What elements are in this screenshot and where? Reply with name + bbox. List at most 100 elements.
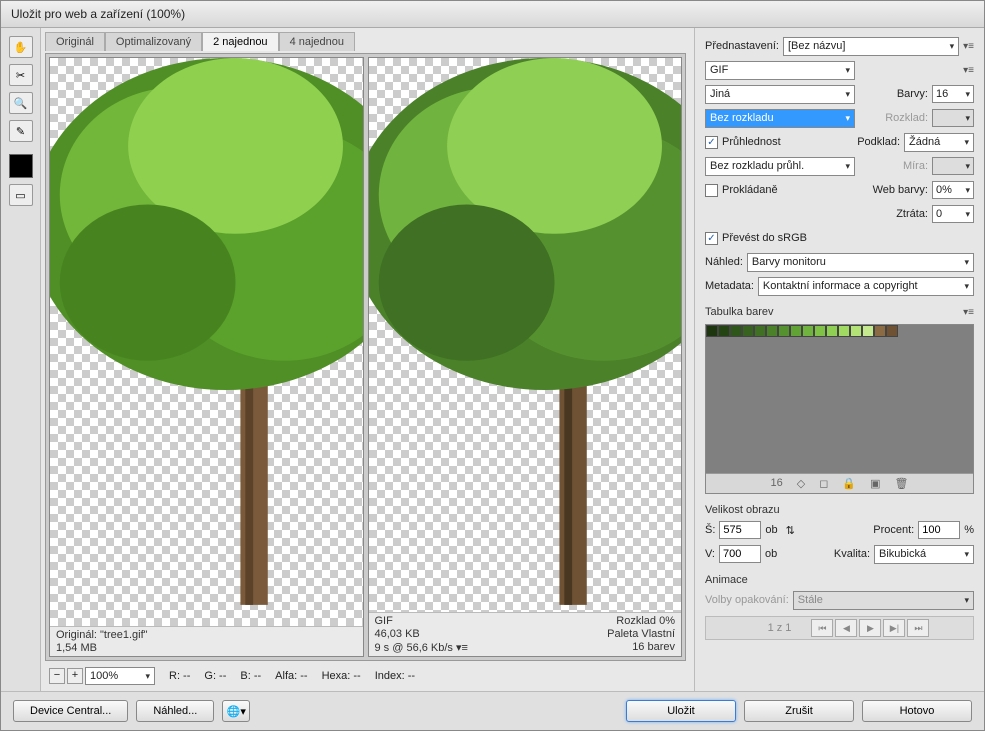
zoom-select[interactable]: 100%▾ [85,667,155,685]
preview-button[interactable]: Náhled... [136,700,214,722]
preview-tabs: Originál Optimalizovaný 2 najednou 4 naj… [45,32,686,51]
colors-label: Barvy: [897,88,928,100]
srgb-checkbox[interactable]: ✓ [705,232,718,245]
metadata-label: Metadata: [705,280,754,292]
slice-tool[interactable]: ✂ [9,64,33,86]
color-swatch[interactable] [742,325,754,337]
height-label: V: [705,548,715,560]
readout-r: R: -- [169,670,190,682]
readout-hex: Hexa: -- [322,670,361,682]
swatch-count: 16 [771,477,783,490]
color-swatch[interactable] [790,325,802,337]
save-button[interactable]: Uložit [626,700,736,722]
color-swatch[interactable] [838,325,850,337]
bottom-bar: Device Central... Náhled... 🌐▾ Uložit Zr… [1,691,984,730]
width-input[interactable] [719,521,761,539]
amount-input: ▾ [932,157,974,175]
color-swatch[interactable] [850,325,862,337]
preview-pane-optimized[interactable]: GIF 46,03 KB 9 s @ 56,6 Kb/s ▾≡ Rozklad … [368,57,683,657]
first-frame-button: ⏮ [811,619,833,637]
opt-dither: Rozklad 0% [607,615,675,627]
tab-4up[interactable]: 4 najednou [279,32,355,51]
srgb-label: Převést do sRGB [722,232,807,244]
preset-label: Přednastavení: [705,40,779,52]
color-table[interactable]: 16 ◇ ◻ 🔒 ▣ 🗑 [705,324,974,494]
width-label: Š: [705,524,715,536]
colors-input[interactable]: 16▾ [932,85,974,103]
frame-indicator: 1 z 1 [750,622,810,634]
tab-optimized[interactable]: Optimalizovaný [105,32,202,51]
interlaced-checkbox[interactable] [705,184,718,197]
color-swatch[interactable] [802,325,814,337]
cancel-button[interactable]: Zrušit [744,700,854,722]
transparency-label: Průhlednost [722,136,781,148]
color-swatch[interactable] [826,325,838,337]
color-swatch[interactable] [778,325,790,337]
color-swatch[interactable] [862,325,874,337]
interlaced-label: Prokládaně [722,184,778,196]
preset-select[interactable]: [Bez názvu]▾ [783,37,959,56]
palette-select[interactable]: Jiná▾ [705,85,855,104]
color-swatch[interactable] [874,325,886,337]
color-swatch[interactable] [730,325,742,337]
orig-filename: Originál: "tree1.gif" [56,629,148,641]
opt-format: GIF [375,615,468,627]
format-select[interactable]: GIF▾ [705,61,855,80]
toggle-slices-icon[interactable]: ▭ [9,184,33,206]
browser-select[interactable]: 🌐▾ [222,700,250,722]
hand-tool[interactable]: ✋ [9,36,33,58]
quality-select[interactable]: Bikubická▾ [874,545,974,564]
lossy-input[interactable]: 0▾ [932,205,974,223]
colortable-menu-icon[interactable]: ▾≡ [963,307,974,318]
ditherpct-input: ▾ [932,109,974,127]
opt-colors: 16 barev [607,641,675,653]
readout-alpha: Alfa: -- [275,670,307,682]
tab-2up[interactable]: 2 najednou [202,32,278,51]
zoom-in-button[interactable]: + [67,668,83,684]
zoom-out-button[interactable]: − [49,668,65,684]
quality-label: Kvalita: [834,548,870,560]
done-button[interactable]: Hotovo [862,700,972,722]
foreground-swatch[interactable] [9,154,33,178]
color-swatch[interactable] [814,325,826,337]
play-button: ▶ [859,619,881,637]
dither-select[interactable]: Bez rozkladu▾ [705,109,855,128]
preview-select[interactable]: Barvy monitoru▾ [747,253,974,272]
ct-trash-icon[interactable]: 🗑 [895,477,909,490]
color-swatch[interactable] [754,325,766,337]
ct-new-icon[interactable]: ▣ [870,477,880,490]
animation-label: Animace [705,574,748,586]
percent-unit: % [964,524,974,536]
percent-label: Procent: [873,524,914,536]
percent-input[interactable] [918,521,960,539]
eyedropper-tool[interactable]: ✎ [9,120,33,142]
color-swatch[interactable] [886,325,898,337]
settings-panel: Přednastavení: [Bez názvu]▾ ▾≡ GIF▾ ▾≡ J… [694,28,984,691]
preset-menu-icon[interactable]: ▾≡ [963,41,974,52]
transparency-checkbox[interactable]: ✓ [705,136,718,149]
colortable-label: Tabulka barev [705,306,774,318]
ct-icon-2[interactable]: ◻ [819,477,828,490]
metadata-select[interactable]: Kontaktní informace a copyright▾ [758,277,974,296]
readout-b: B: -- [240,670,261,682]
constrain-icon[interactable]: ⇅ [786,524,795,537]
matte-select[interactable]: Žádná▾ [904,133,974,152]
height-unit: ob [765,548,777,560]
preview-pane-original[interactable]: Originál: "tree1.gif" 1,54 MB [49,57,364,657]
color-swatch[interactable] [766,325,778,337]
trans-dither-select[interactable]: Bez rozkladu průhl.▾ [705,157,855,176]
opt-download: 9 s @ 56,6 Kb/s ▾≡ [375,641,468,654]
zoom-tool[interactable]: 🔍 [9,92,33,114]
optimize-menu-icon[interactable]: ▾≡ [963,65,974,76]
opt-palette: Paleta Vlastní [607,628,675,640]
color-swatch[interactable] [706,325,718,337]
opt-filesize: 46,03 KB [375,628,468,640]
tab-original[interactable]: Originál [45,32,105,51]
device-central-button[interactable]: Device Central... [13,700,128,722]
prev-frame-button: ◀ [835,619,857,637]
color-swatch[interactable] [718,325,730,337]
height-input[interactable] [719,545,761,563]
ct-icon-1[interactable]: ◇ [797,477,805,490]
websnap-input[interactable]: 0%▾ [932,181,974,199]
ct-lock-icon[interactable]: 🔒 [842,477,856,490]
